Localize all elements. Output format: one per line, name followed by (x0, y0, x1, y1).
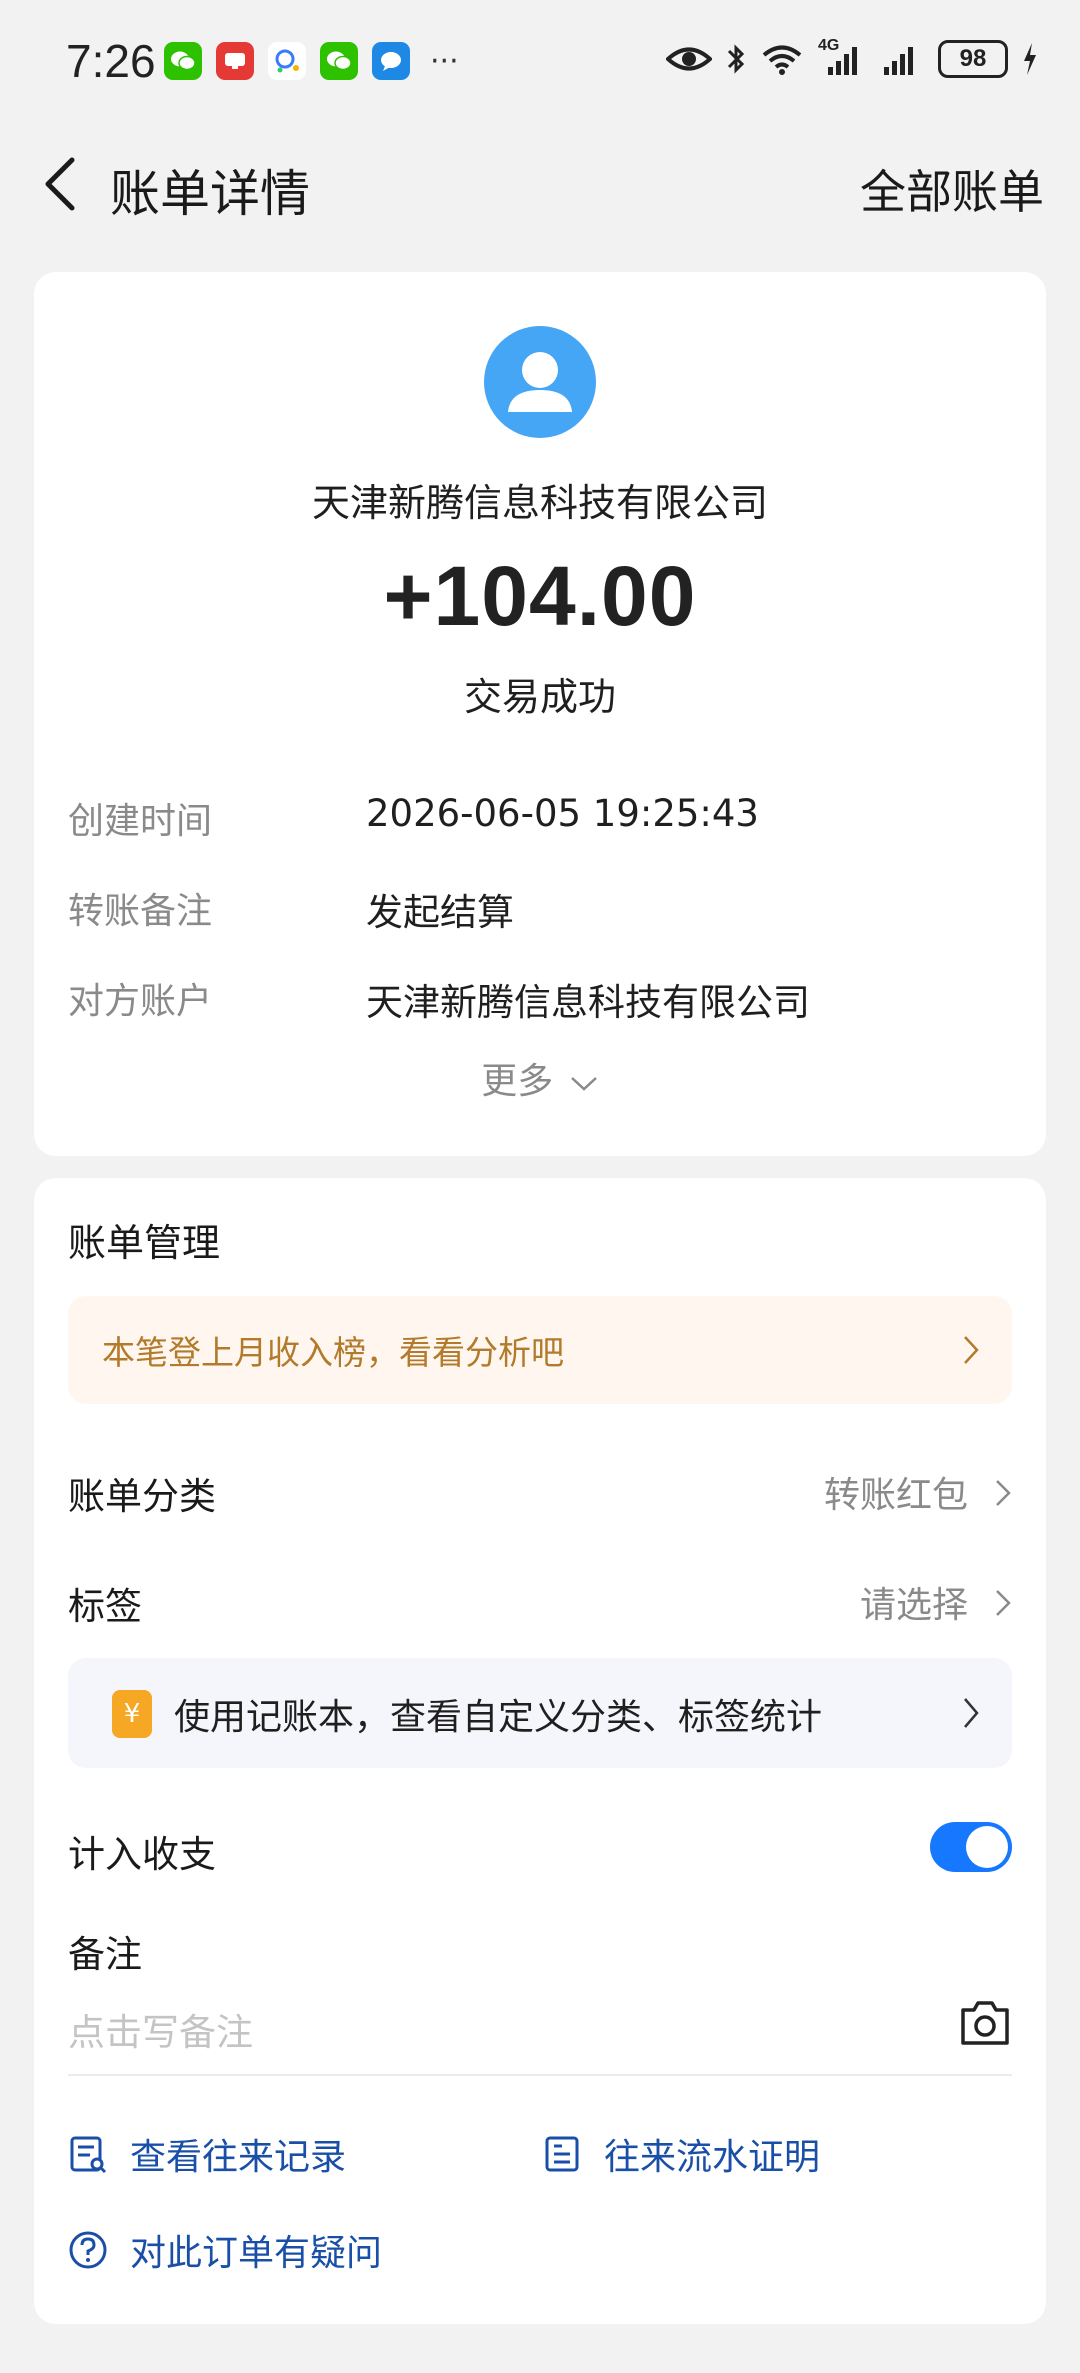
chevron-right-icon (964, 1336, 979, 1364)
toggle-knob (966, 1826, 1008, 1868)
question-label: 对此订单有疑问 (130, 2233, 383, 2274)
category-label: 账单分类 (68, 1475, 216, 1518)
chevron-right-icon (996, 1590, 1011, 1616)
system-status: 4G 98 (666, 37, 1038, 78)
ledger-banner[interactable]: ¥ 使用记账本，查看自定义分类、标签统计 (68, 1658, 1012, 1768)
promo-text: 本笔登上月收入榜，看看分析吧 (102, 1333, 564, 1372)
avatar (484, 326, 596, 438)
ledger-banner-text: 使用记账本，查看自定义分类、标签统计 (174, 1697, 823, 1738)
detail-value: 2026-06-05 19:25:43 (366, 792, 759, 835)
app-header: 账单详情 全部账单 (0, 130, 1080, 240)
wifi-icon (762, 45, 802, 75)
wechat-icon (320, 42, 358, 80)
note-label: 备注 (68, 1933, 142, 1976)
include-label: 计入收支 (68, 1833, 216, 1876)
eye-icon (666, 47, 712, 71)
chevron-left-icon (45, 157, 75, 211)
battery-icon: 98 (938, 40, 1008, 78)
income-rank-banner[interactable]: 本笔登上月收入榜，看看分析吧 (68, 1296, 1012, 1404)
detail-row-transfer-note: 转账备注 发起结算 (68, 882, 1028, 942)
divider (68, 2074, 1012, 2076)
cellular-4g-icon: 4G (818, 37, 866, 77)
charging-icon (1024, 43, 1036, 75)
transaction-status: 交易成功 (463, 675, 616, 719)
tag-value: 请选择 (859, 1585, 968, 1626)
merchant-name: 天津新腾信息科技有限公司 (311, 481, 768, 525)
wechat-icon (164, 42, 202, 80)
view-history-label: 查看往来记录 (130, 2137, 347, 2178)
category-value: 转账红包 (823, 1475, 968, 1516)
include-in-budget-toggle[interactable] (930, 1822, 1012, 1872)
include-in-budget-row: 计入收支 (68, 1814, 1012, 1884)
ledger-book-icon: ¥ (112, 1690, 152, 1738)
detail-label: 创建时间 (68, 801, 213, 842)
detail-value: 发起结算 (366, 891, 514, 934)
status-bar: 7:26 ··· 4G 98 (0, 0, 1080, 120)
detail-row-created-time: 创建时间 2026-06-05 19:25:43 (68, 792, 1028, 852)
question-icon (69, 2231, 107, 2269)
order-question-link[interactable]: 对此订单有疑问 (68, 2220, 382, 2280)
bill-category-row[interactable]: 账单分类 转账红包 (68, 1456, 1012, 1526)
view-history-link[interactable]: 查看往来记录 (68, 2124, 346, 2184)
news-app-icon (216, 42, 254, 80)
message-app-icon (372, 42, 410, 80)
note-input[interactable]: 点击写备注 (68, 2002, 253, 2056)
chevron-right-icon (996, 1480, 1011, 1506)
more-notifications-icon: ··· (430, 43, 459, 79)
notification-icons: ··· (164, 42, 459, 80)
signal-icon (884, 47, 913, 75)
detail-value: 天津新腾信息科技有限公司 (366, 981, 810, 1024)
user-icon (508, 352, 572, 412)
chevron-right-icon (964, 1698, 979, 1728)
bluetooth-icon (727, 44, 745, 74)
back-button[interactable] (30, 148, 90, 220)
tag-label: 标签 (68, 1585, 142, 1628)
bill-summary-card: 天津新腾信息科技有限公司 +104.00 交易成功 创建时间 2026-06-0… (34, 272, 1046, 1156)
detail-label: 对方账户 (68, 981, 213, 1022)
more-details-button[interactable]: 更多 (34, 1052, 1046, 1104)
chevron-down-icon (570, 1077, 597, 1091)
status-time: 7:26 (66, 35, 156, 87)
transaction-amount: +104.00 (383, 549, 697, 643)
note-row: 备注 (68, 1914, 1012, 1984)
record-list-icon (70, 2136, 107, 2174)
tag-row[interactable]: 标签 请选择 (68, 1566, 1012, 1636)
camera-icon (961, 2001, 1009, 2045)
all-bills-link[interactable]: 全部账单 (860, 156, 1044, 222)
more-label: 更多 (481, 1061, 554, 1102)
search-app-icon (268, 42, 306, 80)
document-icon (545, 2136, 579, 2172)
camera-button[interactable] (958, 1998, 1012, 2048)
detail-row-counterparty: 对方账户 天津新腾信息科技有限公司 (68, 972, 1028, 1032)
certificate-label: 往来流水证明 (604, 2137, 821, 2178)
section-title: 账单管理 (68, 1221, 221, 1265)
detail-label: 转账备注 (68, 891, 213, 932)
bill-management-card: 账单管理 本笔登上月收入榜，看看分析吧 账单分类 转账红包 标签 请选择 ¥ 使… (34, 1178, 1046, 2324)
transaction-certificate-link[interactable]: 往来流水证明 (542, 2124, 820, 2184)
page-title: 账单详情 (110, 165, 310, 223)
